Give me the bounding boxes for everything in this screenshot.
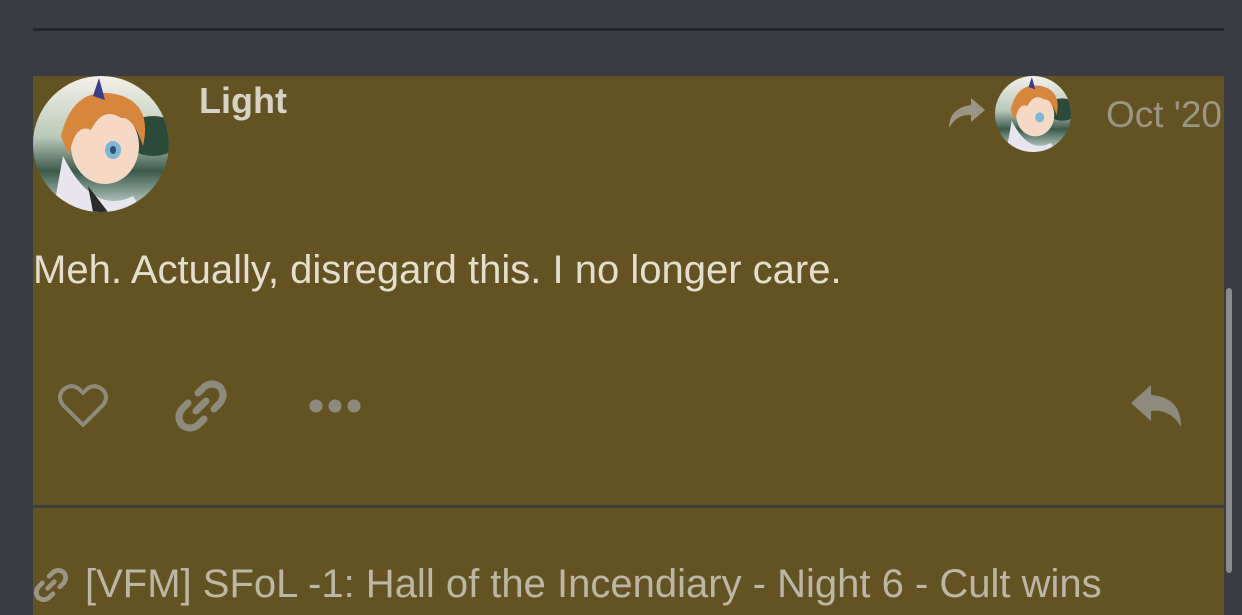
reply-to-avatar[interactable] [995,76,1071,152]
reply-to[interactable] [945,76,1071,152]
linked-topic-link-icon [34,568,68,602]
top-strip [0,0,1242,30]
link-icon [175,380,227,432]
reply-icon [1131,385,1181,427]
copy-link-button[interactable] [171,378,231,434]
scrollbar[interactable] [1226,288,1232,573]
reply-arrow-icon [949,98,985,128]
post: Light Oct '20 Meh. Actually, disregard t… [33,76,1224,506]
ellipsis-icon [309,399,361,413]
post-body: Meh. Actually, disregard this. I no long… [33,248,842,292]
linked-topic-row[interactable]: [VFM] SFoL -1: Hall of the Incendiary - … [33,508,1224,615]
user-avatar[interactable] [33,76,169,212]
more-actions-button[interactable] [303,378,367,434]
top-divider [33,28,1224,31]
linked-topic-title[interactable]: [VFM] SFoL -1: Hall of the Incendiary - … [85,562,1215,607]
username[interactable]: Light [199,80,287,122]
reply-button[interactable] [1123,378,1191,434]
heart-icon [58,384,108,427]
like-button[interactable] [53,378,113,434]
post-date[interactable]: Oct '20 [1106,94,1222,136]
